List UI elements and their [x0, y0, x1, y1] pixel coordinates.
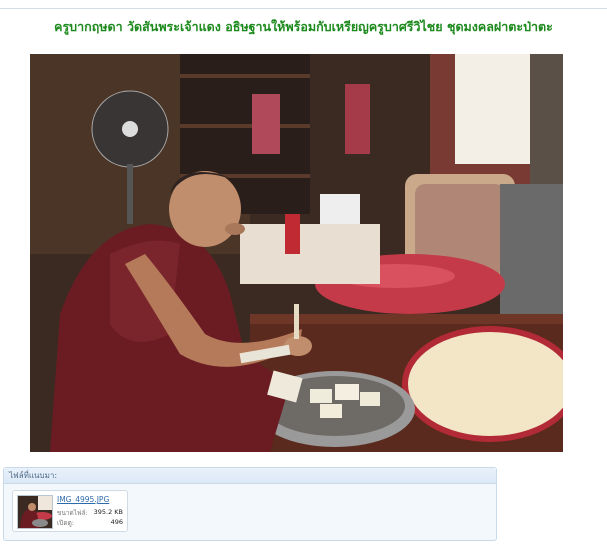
- attachment-size-label: ขนาดไฟล์:: [57, 509, 88, 517]
- photo-thumbnail-icon[interactable]: [17, 495, 53, 529]
- attachment-size-value: 395.2 KB: [93, 508, 123, 516]
- top-divider: [0, 8, 607, 9]
- attachment-views: เปิดดู: 496: [57, 518, 123, 528]
- attachments-header: ไฟล์ที่แนบมา:: [4, 468, 496, 484]
- attachment-item[interactable]: IMG_4995.JPG ขนาดไฟล์: 395.2 KB เปิดดู: …: [12, 490, 128, 532]
- photo-illustration: [30, 54, 563, 452]
- attachment-views-value: 496: [110, 518, 123, 526]
- attachment-filename-link[interactable]: IMG_4995.JPG: [57, 495, 109, 504]
- post-photo[interactable]: [30, 54, 563, 452]
- attachment-views-label: เปิดดู:: [57, 519, 74, 527]
- attachments-panel: ไฟล์ที่แนบมา: IMG_4995.JPG ขนาดไฟล์: 395…: [3, 467, 497, 541]
- attachment-size: ขนาดไฟล์: 395.2 KB: [57, 508, 123, 518]
- post-title: ครูบากฤษดา วัดสันพระเจ้าแดง อธิษฐานให้พร…: [54, 19, 553, 34]
